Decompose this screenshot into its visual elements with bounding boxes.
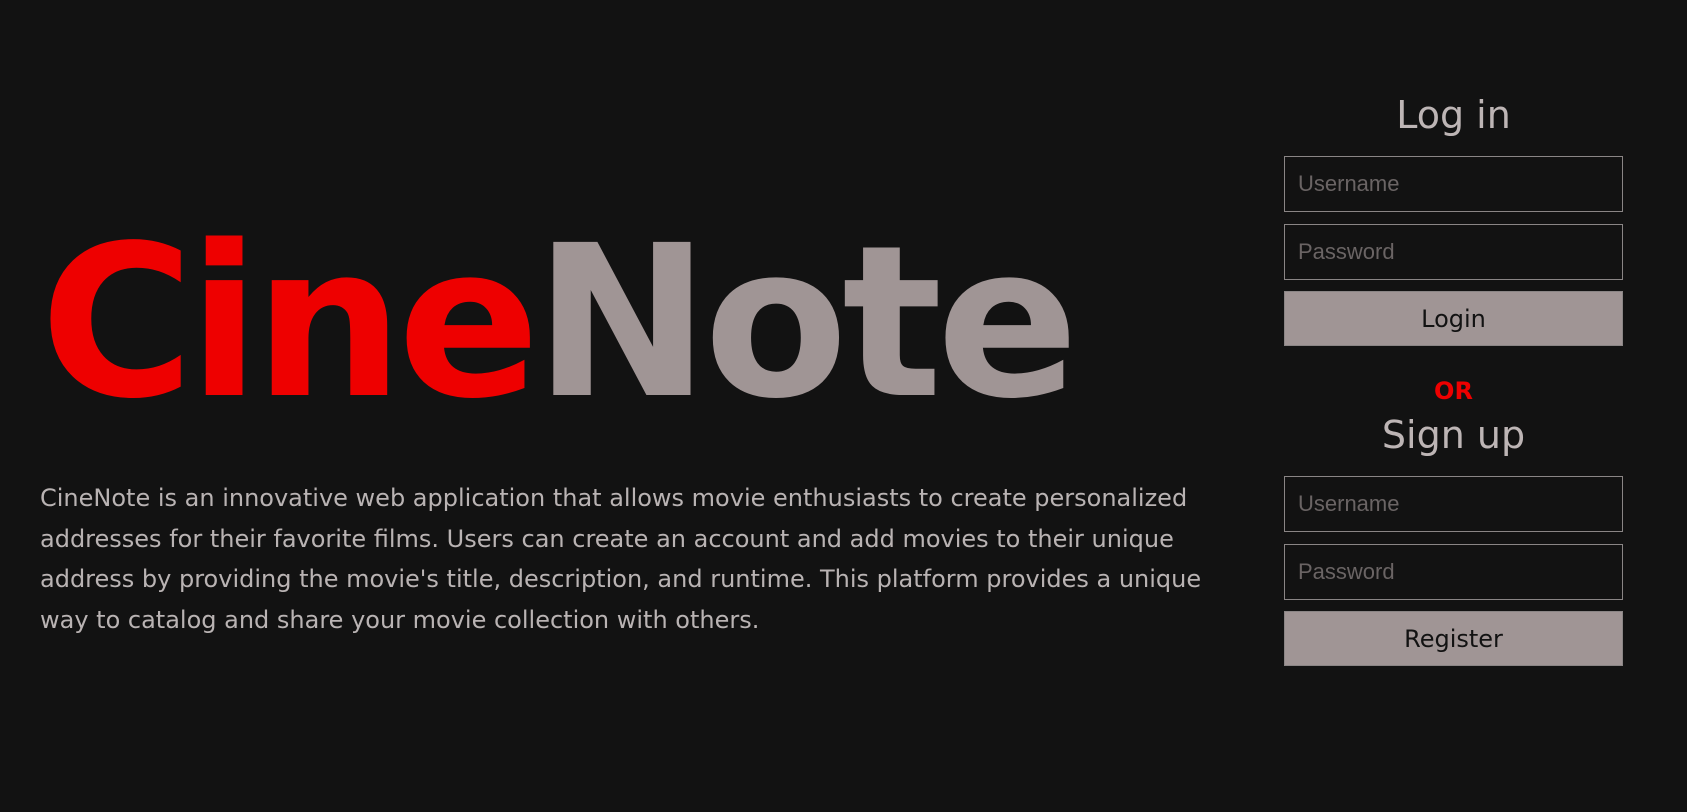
login-button[interactable]: Login — [1284, 291, 1623, 346]
or-divider: OR — [1434, 377, 1473, 405]
signup-username-input[interactable] — [1284, 476, 1623, 532]
app-description: CineNote is an innovative web applicatio… — [40, 484, 1202, 634]
logo-part-note: Note — [534, 200, 1079, 445]
auth-panel: Log in Login OR Sign up Register — [1284, 88, 1623, 666]
register-button[interactable]: Register — [1284, 611, 1623, 666]
landing-page: CineNote CineNote is an innovative web a… — [0, 0, 1687, 812]
signup-title: Sign up — [1381, 413, 1526, 457]
logo-part-cine: Cine — [40, 200, 540, 445]
login-password-input[interactable] — [1284, 224, 1623, 280]
login-title: Log in — [1396, 93, 1511, 137]
app-logo: CineNote — [40, 218, 1079, 428]
login-username-input[interactable] — [1284, 156, 1623, 212]
signup-password-input[interactable] — [1284, 544, 1623, 600]
